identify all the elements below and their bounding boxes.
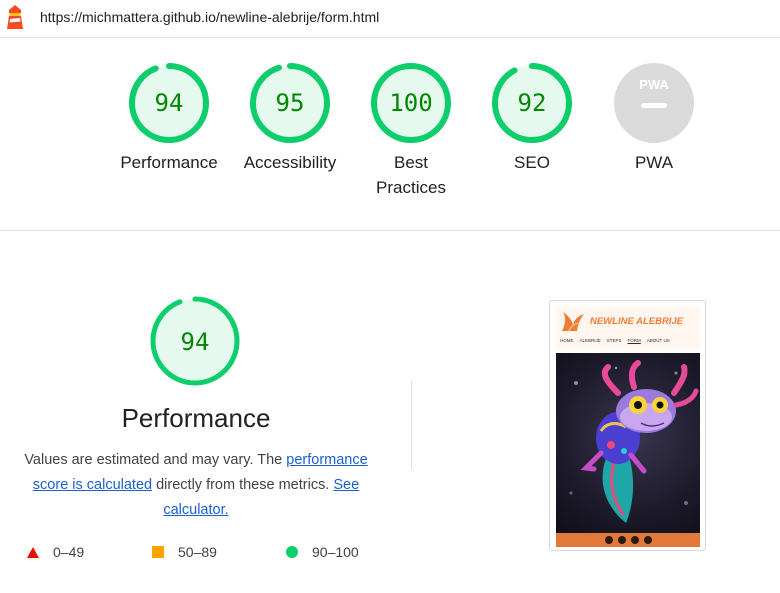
pwa-icon: PWA	[614, 63, 694, 143]
gauge-ring: 95	[250, 63, 330, 143]
phoenix-logo-icon	[562, 312, 584, 332]
page-screenshot[interactable]: NEWLINE ALEBRIJE HOME ALEBRIJE STEPS FOR…	[549, 300, 706, 551]
gauge-score: 94	[155, 89, 184, 117]
triangle-icon	[27, 546, 39, 558]
gauge-score: 92	[518, 89, 547, 117]
legend-label: 50–89	[178, 544, 217, 560]
section-divider	[0, 230, 780, 231]
gauge-performance[interactable]: 94 Performance	[109, 62, 229, 175]
site-header: NEWLINE ALEBRIJE HOME ALEBRIJE STEPS FOR…	[556, 307, 700, 349]
gauge-score: 95	[276, 89, 305, 117]
gauge-accessibility[interactable]: 95 Accessibility	[230, 62, 350, 175]
legend-fail: 0–49	[27, 544, 84, 560]
site-nav-item: FORM	[627, 338, 641, 343]
gauge-label: SEO	[514, 153, 550, 172]
axolotl-illustration	[569, 360, 699, 523]
instagram-icon	[604, 536, 613, 544]
square-icon	[152, 546, 164, 558]
gauge-score: 100	[389, 89, 432, 117]
site-nav-item: HOME	[560, 338, 574, 343]
legend-label: 90–100	[312, 544, 359, 560]
lighthouse-icon	[7, 5, 23, 29]
gauge-label: Best Practices	[376, 153, 446, 197]
site-nav-item: ALEBRIJE	[579, 338, 601, 343]
report-header: https://michmattera.github.io/newline-al…	[0, 0, 780, 38]
youtube-icon	[630, 536, 639, 544]
performance-description: Values are estimated and may vary. The p…	[10, 448, 382, 523]
site-nav-item: ABOUT US	[646, 338, 670, 343]
pwa-badge-text: PWA	[639, 77, 669, 92]
legend-average: 50–89	[152, 544, 217, 560]
gauge-best-practices[interactable]: 100 Best Practices	[351, 62, 471, 200]
facebook-icon	[617, 536, 626, 544]
vertical-divider	[411, 380, 412, 470]
site-nav: HOME ALEBRIJE STEPS FORM ABOUT US	[560, 338, 670, 343]
page-url[interactable]: https://michmattera.github.io/newline-al…	[40, 9, 379, 25]
description-text: directly from these metrics.	[152, 477, 334, 493]
gauge-label: Accessibility	[243, 153, 337, 172]
gauge-pwa[interactable]: PWA PWA	[594, 62, 714, 175]
gauge-seo[interactable]: 92 SEO	[472, 62, 592, 175]
gauge-ring: 94	[129, 63, 209, 143]
gauge-ring: 100	[371, 63, 451, 143]
site-brand: NEWLINE ALEBRIJE	[590, 316, 684, 327]
circle-icon	[286, 546, 298, 558]
gauge-label: PWA	[634, 153, 674, 172]
legend-pass: 90–100	[286, 544, 359, 560]
performance-gauge: 94	[150, 296, 240, 386]
site-nav-item: STEPS	[606, 338, 622, 343]
description-text: Values are estimated and may vary. The	[24, 452, 287, 468]
performance-title: Performance	[121, 403, 271, 433]
gauge-label: Performance	[120, 153, 218, 172]
performance-score: 94	[181, 328, 210, 356]
github-icon	[643, 536, 652, 544]
gauge-ring: 92	[492, 63, 572, 143]
alebrije-image	[556, 353, 700, 533]
site-footer	[556, 533, 700, 547]
legend-label: 0–49	[53, 544, 85, 560]
